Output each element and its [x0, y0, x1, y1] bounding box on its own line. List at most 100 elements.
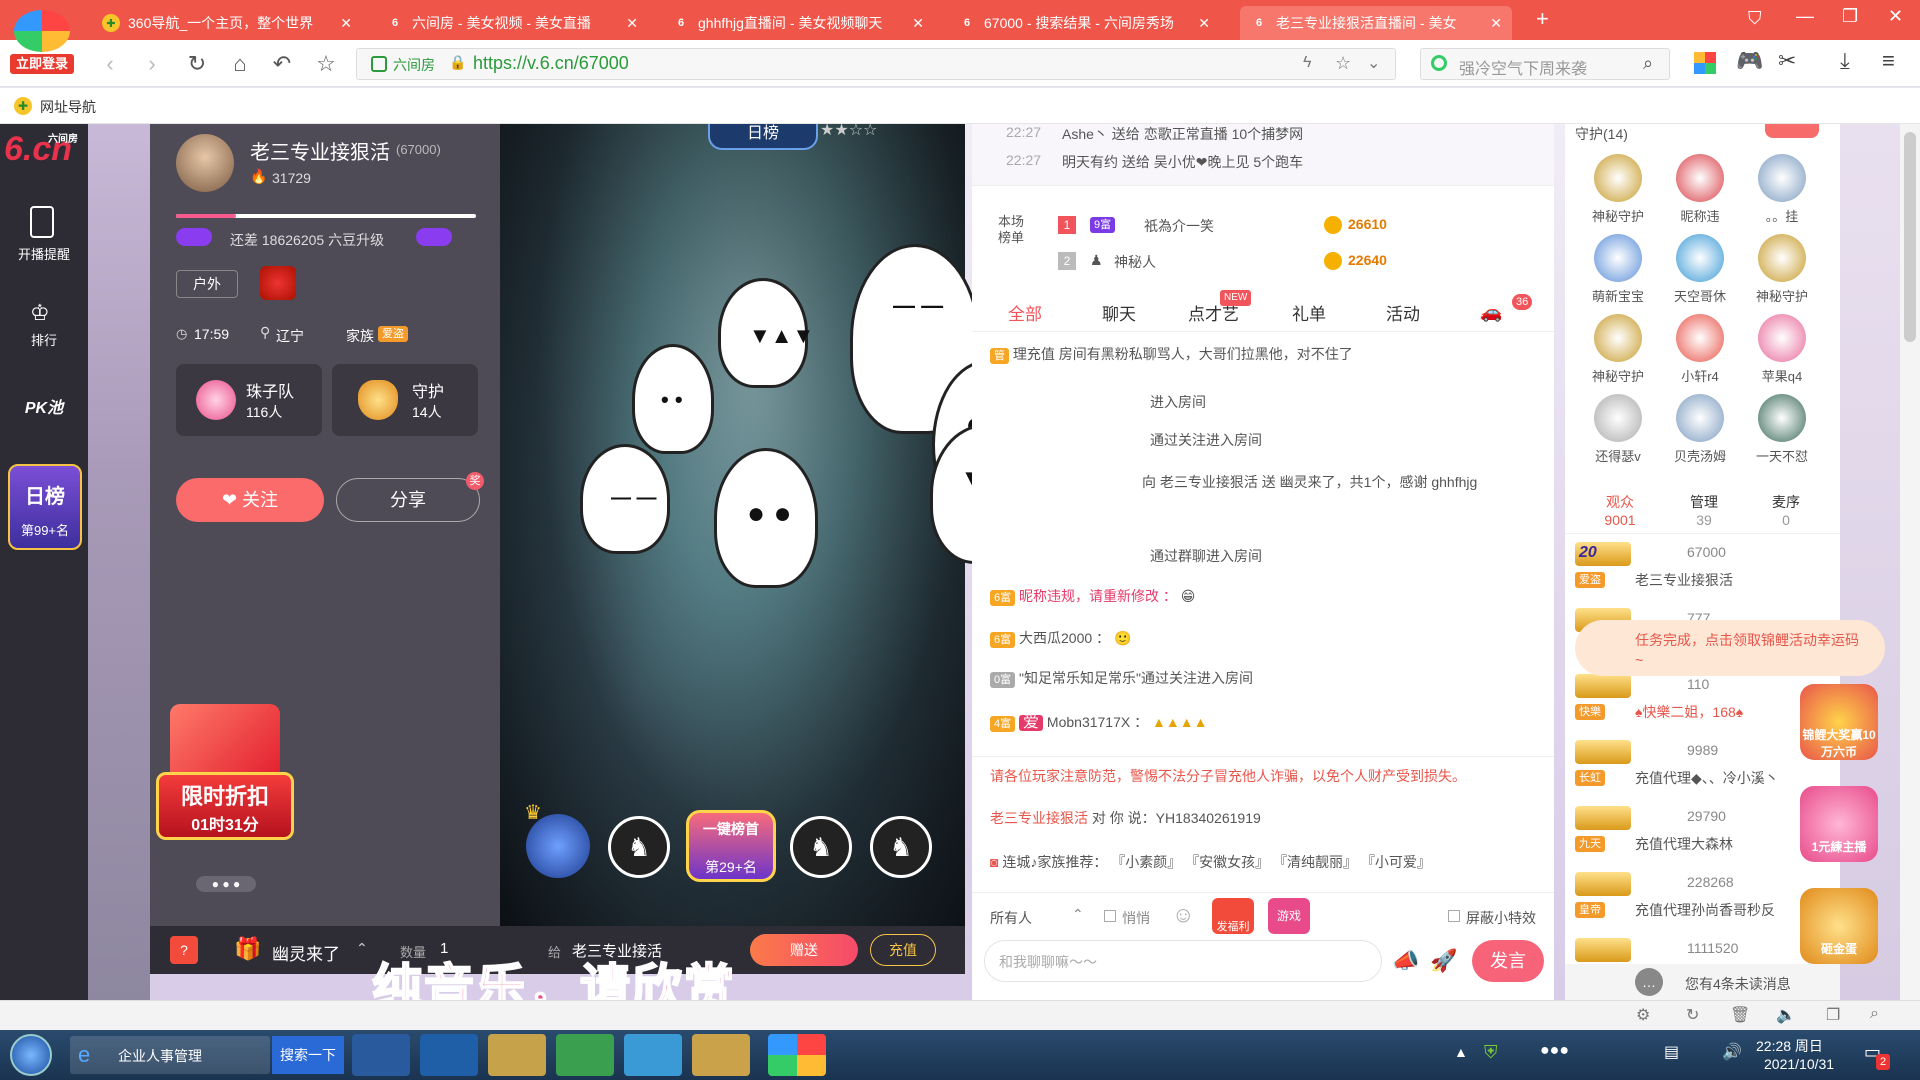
sidebar-item-ranking[interactable]: 排行: [0, 330, 88, 349]
anchor-avatar[interactable]: [176, 134, 234, 192]
tab-chat[interactable]: 聊天: [1102, 300, 1136, 325]
follow-button[interactable]: ❤ 关注: [176, 478, 324, 522]
lightning-icon[interactable]: ϟ: [1303, 54, 1311, 72]
chat-target-select[interactable]: 所有人: [990, 908, 1032, 928]
chat-input[interactable]: 和我聊聊嘛～～: [984, 940, 1382, 982]
refresh-icon[interactable]: ↻: [183, 50, 211, 78]
phone-icon[interactable]: [30, 206, 54, 238]
shirt-skin-icon[interactable]: ⛉: [1748, 8, 1762, 29]
360-browser-icon[interactable]: [556, 1034, 614, 1076]
search-input[interactable]: 强冷空气下周来袭: [1459, 55, 1587, 79]
menu-icon[interactable]: ≡: [1882, 48, 1895, 74]
board-user[interactable]: 祇為介一笑: [1144, 216, 1214, 236]
close-tab-icon[interactable]: ✕: [340, 15, 352, 32]
guard-item[interactable]: 神秘守护: [1583, 154, 1653, 225]
search-icon[interactable]: ⌕: [1643, 53, 1653, 74]
one-yuan-promo[interactable]: 1元練主播: [1800, 786, 1878, 862]
audience-row[interactable]: 228268 充值代理孙尚香哥秒反 皇帝: [1575, 870, 1825, 930]
golden-egg-promo[interactable]: 砸金蛋: [1800, 888, 1878, 964]
unread-bar[interactable]: 您有4条未读消息 …: [1565, 964, 1840, 1000]
download-icon[interactable]: ⤓: [1840, 48, 1850, 74]
tab-6cn-home[interactable]: 6 六间房 - 美女视频 - 美女直播 ✕: [376, 6, 648, 40]
whisper-checkbox[interactable]: [1104, 910, 1116, 922]
sofa-seat-icon[interactable]: ♞: [608, 816, 670, 878]
car-icon[interactable]: 🚗: [1480, 302, 1502, 323]
url-text[interactable]: https://v.6.cn/67000: [473, 53, 629, 74]
recommend-family[interactable]: 『小可爱』: [1361, 854, 1431, 870]
tab-audience[interactable]: 观众 9001: [1595, 492, 1645, 528]
close-tab-icon[interactable]: ✕: [1490, 15, 1502, 32]
video-rank-badge[interactable]: 日榜: [708, 124, 818, 150]
tray-chevron-icon[interactable]: ▲: [1454, 1044, 1468, 1060]
clock-time[interactable]: 22:28 周日: [1756, 1036, 1823, 1056]
tab-all[interactable]: 全部: [1008, 300, 1042, 325]
url-bar[interactable]: 六间房 🔒 https://v.6.cn/67000 ϟ ☆ ⌄: [356, 48, 1396, 80]
scrollbar-thumb[interactable]: [1904, 132, 1916, 342]
back-icon[interactable]: ‹: [96, 50, 124, 78]
minimize-icon[interactable]: —: [1796, 6, 1814, 27]
welfare-button[interactable]: 发福利: [1212, 898, 1254, 934]
start-button[interactable]: [10, 1034, 52, 1076]
window-icon[interactable]: ❐: [1826, 1005, 1840, 1025]
scissors-icon[interactable]: ✂: [1778, 48, 1796, 74]
guard-item[interactable]: 一天不怼: [1747, 394, 1817, 465]
sidebar-item-stream-reminder[interactable]: 开播提醒: [0, 244, 88, 263]
qq-icon[interactable]: [692, 1034, 750, 1076]
tab-current-room[interactable]: 6 老三专业接狠活直播间 - 美女 ✕: [1240, 6, 1512, 40]
forward-icon[interactable]: ›: [138, 50, 166, 78]
chevron-up-icon[interactable]: ⌃: [1072, 906, 1084, 923]
pm-sender[interactable]: 老三专业接狠活: [990, 810, 1088, 826]
top-seat-button[interactable]: 一键榜首 第29+名: [686, 810, 776, 882]
trash-icon[interactable]: 🗑: [1730, 1005, 1750, 1025]
volume-icon[interactable]: 🔊: [1722, 1042, 1742, 1062]
family-badge[interactable]: 爱盗: [378, 326, 408, 342]
star-icon[interactable]: ☆: [312, 50, 340, 78]
board-user[interactable]: 神秘人: [1114, 252, 1156, 272]
recommend-family[interactable]: 『清纯靓丽』: [1273, 854, 1357, 870]
zoom-icon[interactable]: ⌕: [1870, 1005, 1879, 1023]
task-complete-tip[interactable]: 任务完成，点击领取锦鲤活动幸运码~: [1575, 620, 1885, 676]
guard-item[interactable]: 苹果q4: [1747, 314, 1817, 385]
video-player[interactable]: 日榜 ★★☆☆ ▼▲▼ • • — — ● ● — — ● ● ▼▲▼ ♛ ♞ …: [500, 124, 1042, 926]
guard-card[interactable]: 守护 14人: [332, 364, 478, 436]
close-tab-icon[interactable]: ✕: [1198, 15, 1210, 32]
tab-360-nav[interactable]: ✚ 360导航_一个主页，整个世界 ✕: [92, 6, 362, 40]
audience-row[interactable]: 67000 老三专业接狠活 爱盗 20: [1575, 540, 1825, 600]
daily-rank-badge[interactable]: 日榜 第99+名: [8, 464, 82, 550]
site-logo[interactable]: 6.cn 六间房: [4, 130, 84, 174]
recommend-family[interactable]: 『小素颜』: [1111, 854, 1181, 870]
close-window-icon[interactable]: ✕: [1888, 6, 1903, 27]
sofa-seat-icon[interactable]: ♞: [870, 816, 932, 878]
task-app[interactable]: e 企业人事管理: [70, 1036, 270, 1074]
crown-icon[interactable]: ♔: [30, 300, 50, 326]
k-app-icon[interactable]: [352, 1034, 410, 1076]
emoji-picker-icon[interactable]: ☺: [1172, 902, 1194, 928]
folder-icon[interactable]: [488, 1034, 546, 1076]
board-label[interactable]: 本场榜单: [998, 214, 1034, 246]
chevron-down-icon[interactable]: ⌄: [1367, 53, 1380, 73]
close-tab-icon[interactable]: ✕: [912, 15, 924, 32]
tab-gift-list[interactable]: 礼单: [1292, 300, 1326, 325]
bookmark-nav[interactable]: 网址导航: [40, 97, 96, 117]
guard-item[interactable]: 萌新宝宝: [1583, 234, 1653, 305]
page-scrollbar[interactable]: [1900, 124, 1920, 1000]
audience-row[interactable]: 9989 充值代理◆、、冷小溪丶 长虹: [1575, 738, 1825, 798]
browser-logo[interactable]: 立即登录: [6, 4, 78, 76]
restore-icon[interactable]: ❐: [1842, 6, 1858, 27]
send-chat-button[interactable]: 发言: [1472, 940, 1544, 982]
audience-row[interactable]: 110 ♠快樂二姐，168♠ 快樂: [1575, 672, 1825, 732]
login-button[interactable]: 立即登录: [10, 54, 74, 74]
chevron-up-icon[interactable]: ⌃: [356, 940, 368, 957]
recharge-button[interactable]: 充值: [870, 934, 936, 966]
favorite-icon[interactable]: ☆: [1335, 53, 1351, 74]
360-se-icon[interactable]: [768, 1034, 826, 1076]
limited-discount-promo[interactable]: 限时折扣 01时31分: [156, 704, 296, 840]
carousel-dots[interactable]: ● ● ●: [196, 876, 256, 892]
new-tab-button[interactable]: +: [1536, 6, 1549, 32]
player-icon[interactable]: [624, 1034, 682, 1076]
share-button[interactable]: 分享: [336, 478, 480, 522]
guard-item[interactable]: 神秘守护: [1583, 314, 1653, 385]
block-effects-checkbox[interactable]: [1448, 910, 1460, 922]
speed-icon[interactable]: ⚙: [1636, 1005, 1650, 1025]
send-gift-button[interactable]: 赠送: [750, 934, 858, 966]
